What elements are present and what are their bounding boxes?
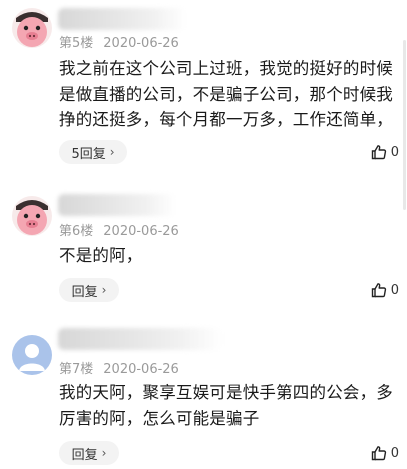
reply-button[interactable]: 5回复 › [59, 140, 127, 164]
comment-item: 第5楼 2020-06-26 我之前在这个公司上过班，我觉的挺好的时候是做直播的公… [0, 0, 407, 170]
floor-number: 第7楼 [59, 362, 94, 377]
like-count: 0 [390, 282, 399, 298]
thumbs-up-icon [371, 145, 386, 160]
avatar[interactable] [12, 8, 52, 48]
comment-meta: 第7楼 2020-06-26 [59, 358, 179, 377]
reply-label: 回复 [71, 447, 98, 463]
pig-avatar-icon [12, 8, 52, 48]
chevron-right-icon: › [109, 145, 115, 159]
comment-text: 我之前在这个公司上过班，我觉的挺好的时候是做直播的公司，不是骗子公司，那个时候我… [59, 59, 393, 129]
avatar[interactable] [12, 335, 52, 375]
like-button[interactable]: 0 [371, 144, 399, 160]
comment-text: 我的天阿，聚享互娱可是快手第四的公会，多厉害的阿，怎么可能是骗子 [59, 383, 393, 428]
like-count: 0 [390, 445, 399, 461]
comment-meta: 第5楼 2020-06-26 [59, 32, 179, 51]
reply-button[interactable]: 回复 › [59, 441, 119, 465]
comment-item: 第6楼 2020-06-26 不是的阿， 回复 › 0 [0, 170, 407, 320]
pig-avatar-icon [12, 196, 52, 236]
reply-label: 回复 [71, 284, 98, 300]
chevron-right-icon: › [101, 446, 107, 460]
reply-button[interactable]: 回复 › [59, 278, 119, 302]
chevron-right-icon: › [101, 283, 107, 297]
thumbs-up-icon [371, 283, 386, 298]
thumbs-up-icon [371, 446, 386, 461]
like-button[interactable]: 0 [371, 282, 399, 298]
reply-label: 5回复 [71, 146, 106, 162]
username-redacted [58, 194, 176, 216]
comment-item: 第7楼 2020-06-26 我的天阿，聚享互娱可是快手第四的公会，多厉害的阿，怎… [0, 320, 407, 469]
comment-date: 2020-06-26 [103, 36, 179, 51]
floor-number: 第6楼 [59, 224, 94, 239]
comment-date: 2020-06-26 [103, 362, 179, 377]
username-redacted [58, 328, 222, 350]
comment-date: 2020-06-26 [103, 224, 179, 239]
username-redacted [58, 8, 186, 30]
default-user-avatar-icon [12, 335, 52, 375]
avatar[interactable] [12, 196, 52, 236]
like-button[interactable]: 0 [371, 445, 399, 461]
floor-number: 第5楼 [59, 36, 94, 51]
comment-meta: 第6楼 2020-06-26 [59, 220, 179, 239]
comment-text: 不是的阿， [59, 246, 143, 265]
like-count: 0 [390, 144, 399, 160]
